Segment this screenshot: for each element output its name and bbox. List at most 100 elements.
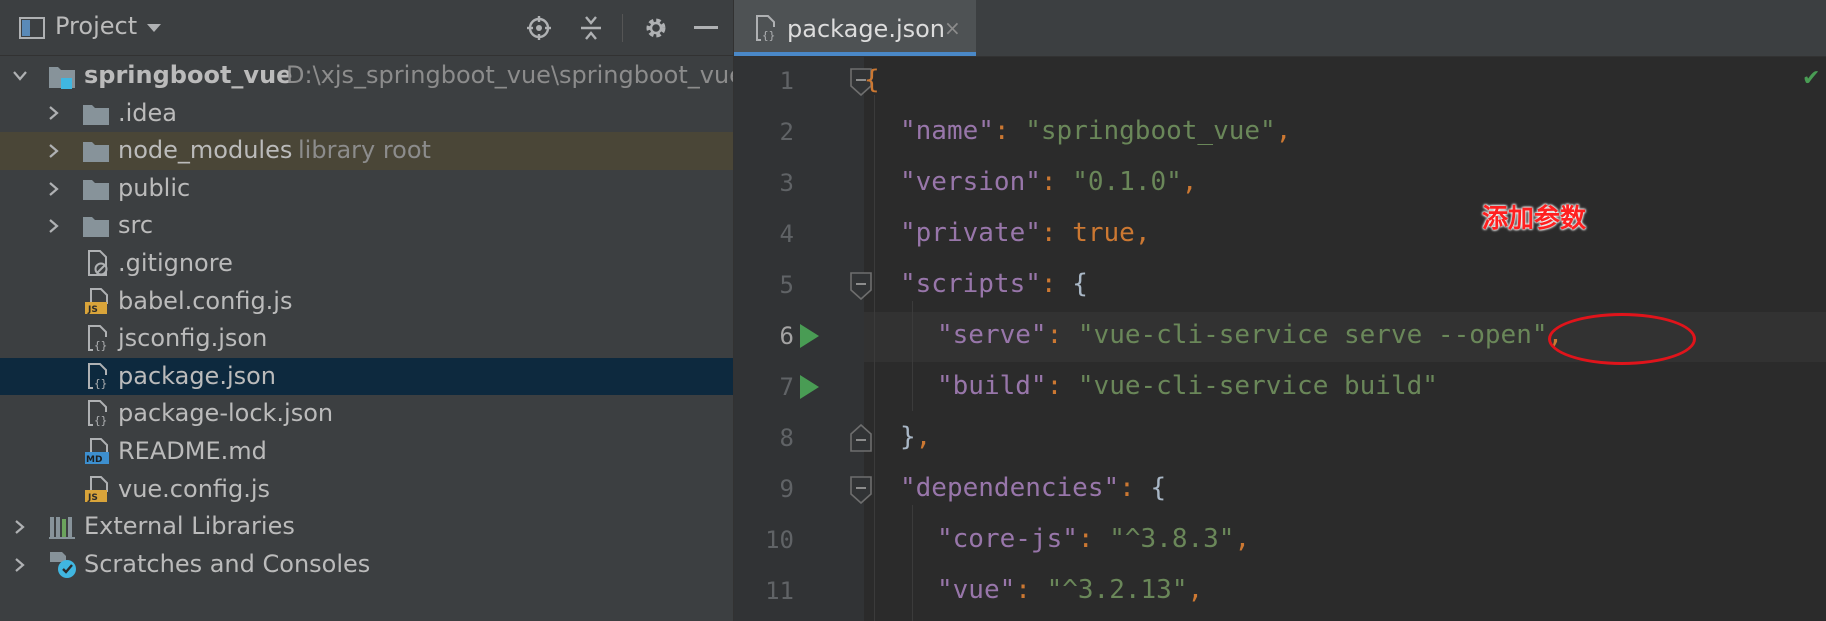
tree-item-src[interactable]: src (0, 207, 733, 245)
editor-tab-bar: {} package.json × (734, 0, 1826, 57)
tree-item-label: .gitignore (118, 249, 233, 277)
tree-item-label: .idea (118, 98, 178, 127)
tab-package-json[interactable]: {} package.json × (734, 0, 976, 56)
project-view-icon (18, 14, 46, 42)
chevron-right-icon[interactable] (46, 181, 62, 197)
tree-item-label: springboot_vue (84, 61, 293, 89)
comma: , (1187, 575, 1204, 605)
json-boolean: true (1072, 218, 1135, 248)
tree-item-label: src (118, 211, 154, 240)
tree-item-scratches[interactable]: Scratches and Consoles (0, 546, 733, 584)
code-line-4: "private": true, (900, 218, 1150, 248)
svg-text:{}: {} (94, 414, 107, 427)
folder-icon (82, 212, 110, 240)
run-script-icon[interactable] (798, 323, 820, 349)
code-line-8: }, (900, 422, 931, 452)
scratches-icon (48, 550, 76, 578)
chevron-right-icon[interactable] (46, 143, 62, 159)
tree-item-jsconfig[interactable]: {} jsconfig.json (0, 320, 733, 358)
project-panel-header: Project (0, 0, 733, 56)
comma: , (1181, 167, 1198, 197)
svg-text:JS: JS (87, 305, 98, 315)
code-line-10: "core-js": "^3.8.3", (937, 524, 1250, 554)
json-file-icon: {} (84, 324, 112, 352)
tree-item-path: D:\xjs_springboot_vue\springboot_vue (286, 61, 734, 89)
json-string: "vue-cli-service build" (1077, 371, 1438, 401)
json-key: "name" (900, 116, 994, 146)
tree-item-package-lock[interactable]: {} package-lock.json (0, 395, 733, 433)
line-number: 3 (779, 169, 794, 197)
chevron-right-icon[interactable] (46, 218, 62, 234)
brace: } (900, 422, 916, 452)
svg-text:MD: MD (86, 455, 102, 465)
code-line-11: "vue": "^3.2.13", (937, 575, 1203, 605)
tree-item-package-json[interactable]: {} package.json (0, 357, 733, 396)
indent-guide (912, 505, 913, 621)
tree-item-external-libraries[interactable]: External Libraries (0, 508, 733, 546)
svg-text:{}: {} (94, 339, 107, 352)
line-number: 10 (765, 526, 794, 554)
code-line-9: "dependencies": { (900, 473, 1166, 503)
js-file-icon: JS (84, 475, 112, 503)
code-line-7: "build": "vue-cli-service build" (937, 371, 1438, 401)
chevron-down-icon[interactable] (12, 68, 28, 84)
code-line-2: "name": "springboot_vue", (900, 116, 1291, 146)
inspection-ok-icon: ✔ (1802, 66, 1821, 91)
json-string: "^3.8.3" (1109, 524, 1235, 554)
project-folder-icon (48, 62, 76, 90)
tree-item-label: jsconfig.json (118, 324, 268, 353)
tab-label: package.json (787, 15, 946, 43)
header-divider (622, 14, 623, 42)
brace: { (1072, 269, 1088, 299)
json-string: "^3.2.13" (1046, 575, 1188, 605)
svg-text:{}: {} (94, 377, 107, 390)
colon: : (1119, 473, 1151, 503)
indent-guide (874, 95, 875, 621)
collapse-all-icon[interactable] (577, 14, 605, 42)
line-number: 1 (779, 67, 794, 95)
project-view-dropdown-icon[interactable] (140, 14, 168, 42)
json-key: "build" (937, 371, 1047, 401)
tree-item-vue-config[interactable]: JS vue.config.js (0, 471, 733, 509)
chevron-right-icon[interactable] (12, 557, 28, 573)
active-tab-indicator (734, 52, 976, 56)
tree-item-hint: library root (298, 136, 431, 165)
json-file-icon: {} (84, 399, 112, 427)
tree-item-gitignore[interactable]: .gitignore (0, 245, 733, 283)
chevron-right-icon[interactable] (46, 105, 62, 121)
code-line-5: "scripts": { (900, 269, 1088, 299)
tree-item-babel-config[interactable]: JS babel.config.js (0, 283, 733, 321)
annotation-label: 添加参数 (1482, 204, 1587, 234)
minimize-icon[interactable] (692, 14, 720, 42)
colon: : (1077, 524, 1110, 554)
json-key: "serve" (937, 320, 1047, 350)
gear-icon[interactable] (642, 14, 670, 42)
json-file-icon: {} (84, 362, 112, 390)
markdown-file-icon: MD (84, 437, 112, 465)
tree-item-label: package.json (118, 361, 277, 390)
editor-pane: {} package.json × 1 2 3 4 5 6 7 8 9 10 1… (734, 0, 1826, 621)
run-script-icon[interactable] (798, 374, 820, 400)
colon: : (1040, 269, 1073, 299)
json-string-end: " (1531, 320, 1548, 350)
tree-item-label: package-lock.json (118, 399, 334, 428)
tree-item-label: vue.config.js (118, 474, 271, 503)
tree-item-public[interactable]: public (0, 170, 733, 208)
svg-text:{}: {} (762, 29, 775, 42)
tree-item-label: node_modules (118, 136, 293, 165)
tree-item-readme[interactable]: MD README.md (0, 433, 733, 471)
tree-item-idea[interactable]: .idea (0, 95, 733, 133)
tree-item-node-modules[interactable]: node_modules library root (0, 132, 733, 170)
tree-item-label: public (118, 173, 191, 202)
tree-item-springboot-vue[interactable]: springboot_vue D:\xjs_springboot_vue\spr… (0, 57, 733, 95)
tree-item-label: Scratches and Consoles (84, 549, 371, 578)
colon: : (1046, 320, 1078, 350)
project-view-title[interactable]: Project (55, 12, 137, 40)
locate-icon[interactable] (525, 14, 553, 42)
editor-gutter: 1 2 3 4 5 6 7 8 9 10 11 (734, 57, 872, 621)
comma: , (1275, 116, 1292, 146)
close-icon[interactable]: × (944, 16, 961, 40)
ide-window: Project springboot_vue D:\xjs_springboot… (0, 0, 1826, 621)
chevron-right-icon[interactable] (12, 519, 28, 535)
js-file-icon: JS (84, 287, 112, 315)
